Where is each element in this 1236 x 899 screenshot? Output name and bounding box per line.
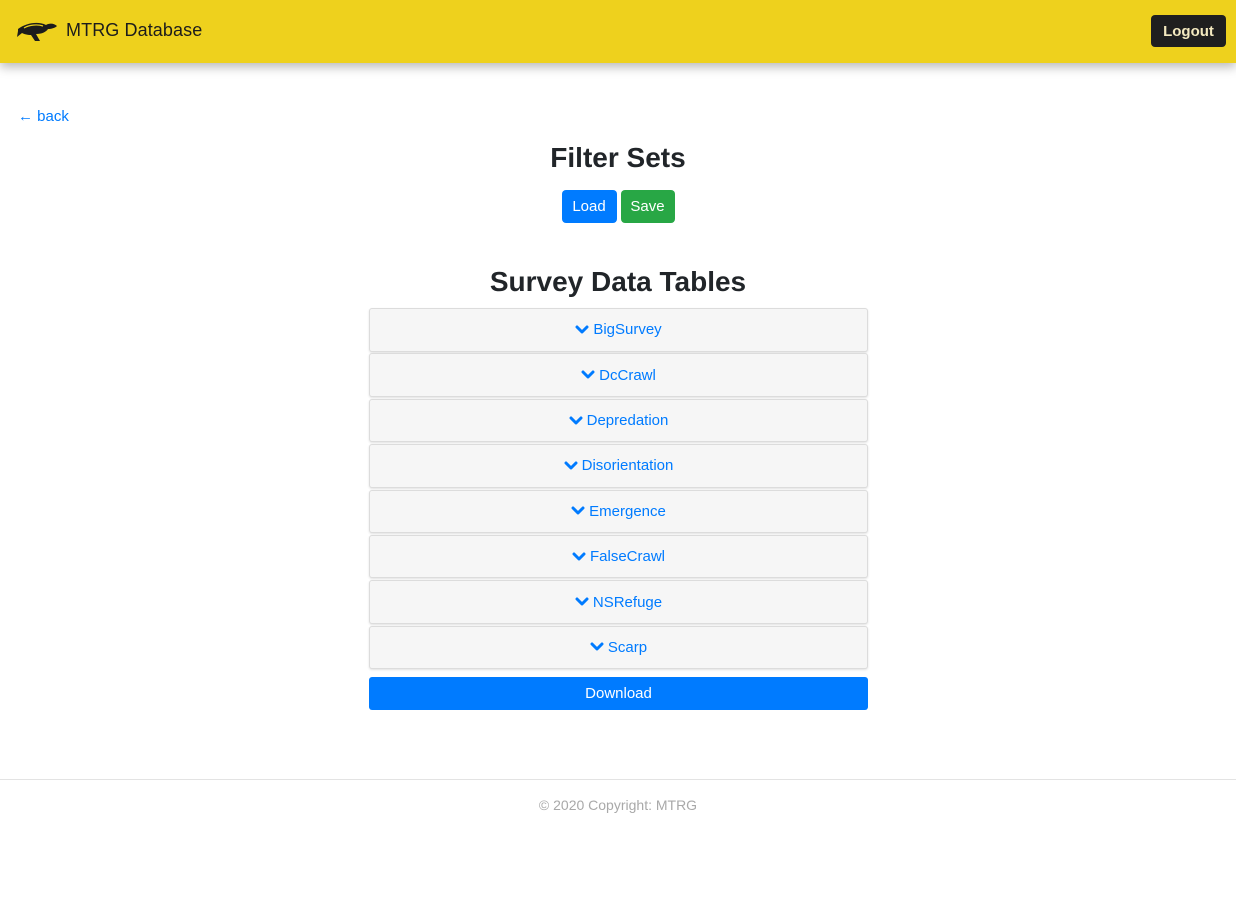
- filter-sets-heading: Filter Sets: [550, 142, 686, 173]
- survey-table-label: FalseCrawl: [589, 548, 665, 566]
- chevron-down-icon: [572, 552, 586, 561]
- chevron-down-icon: [575, 325, 589, 334]
- survey-table-label: BigSurvey: [593, 321, 662, 339]
- survey-table-label: Depredation: [586, 412, 669, 430]
- filter-sets-actions: Load Save: [0, 190, 1236, 223]
- chevron-down-icon: [564, 461, 578, 470]
- load-button[interactable]: Load: [561, 190, 617, 223]
- brand-title: MTRG Database: [66, 19, 203, 40]
- sea-turtle-icon: [17, 22, 57, 41]
- survey-table-toggle[interactable]: Depredation: [369, 398, 868, 443]
- survey-table-toggle[interactable]: FalseCrawl: [369, 534, 868, 579]
- logout-button[interactable]: Logout: [1151, 15, 1226, 47]
- chevron-down-icon: [590, 642, 604, 651]
- chevron-down-icon: [569, 416, 583, 425]
- survey-table-toggle[interactable]: DcCrawl: [369, 353, 868, 397]
- survey-table-toggle[interactable]: Scarp: [369, 625, 868, 670]
- save-button[interactable]: Save: [620, 190, 675, 223]
- footer-divider: [0, 779, 1236, 780]
- survey-tables-heading: Survey Data Tables: [489, 266, 747, 297]
- back-link[interactable]: ← back: [18, 108, 69, 125]
- chevron-down-icon: [581, 370, 595, 379]
- brand-link[interactable]: MTRG Database: [16, 17, 202, 43]
- chevron-down-icon: [575, 597, 589, 606]
- survey-table-toggle[interactable]: Emergence: [369, 489, 868, 534]
- survey-table-label: Scarp: [607, 638, 648, 656]
- footer-copyright: © 2020 Copyright: MTRG: [538, 797, 698, 813]
- survey-table-toggle[interactable]: NSRefuge: [369, 580, 868, 624]
- top-navbar: MTRG Database Logout: [0, 0, 1236, 63]
- download-button[interactable]: Download: [369, 677, 868, 710]
- survey-table-label: DcCrawl: [599, 366, 656, 384]
- survey-table-label: Disorientation: [581, 457, 674, 475]
- survey-table-toggle[interactable]: BigSurvey: [369, 308, 868, 352]
- survey-table-toggle[interactable]: Disorientation: [369, 444, 868, 488]
- survey-table-list: BigSurvey DcCrawl Depredation Disorientatio…: [369, 308, 868, 671]
- survey-table-label: Emergence: [589, 502, 666, 520]
- chevron-down-icon: [571, 506, 585, 515]
- survey-table-label: NSRefuge: [592, 593, 663, 611]
